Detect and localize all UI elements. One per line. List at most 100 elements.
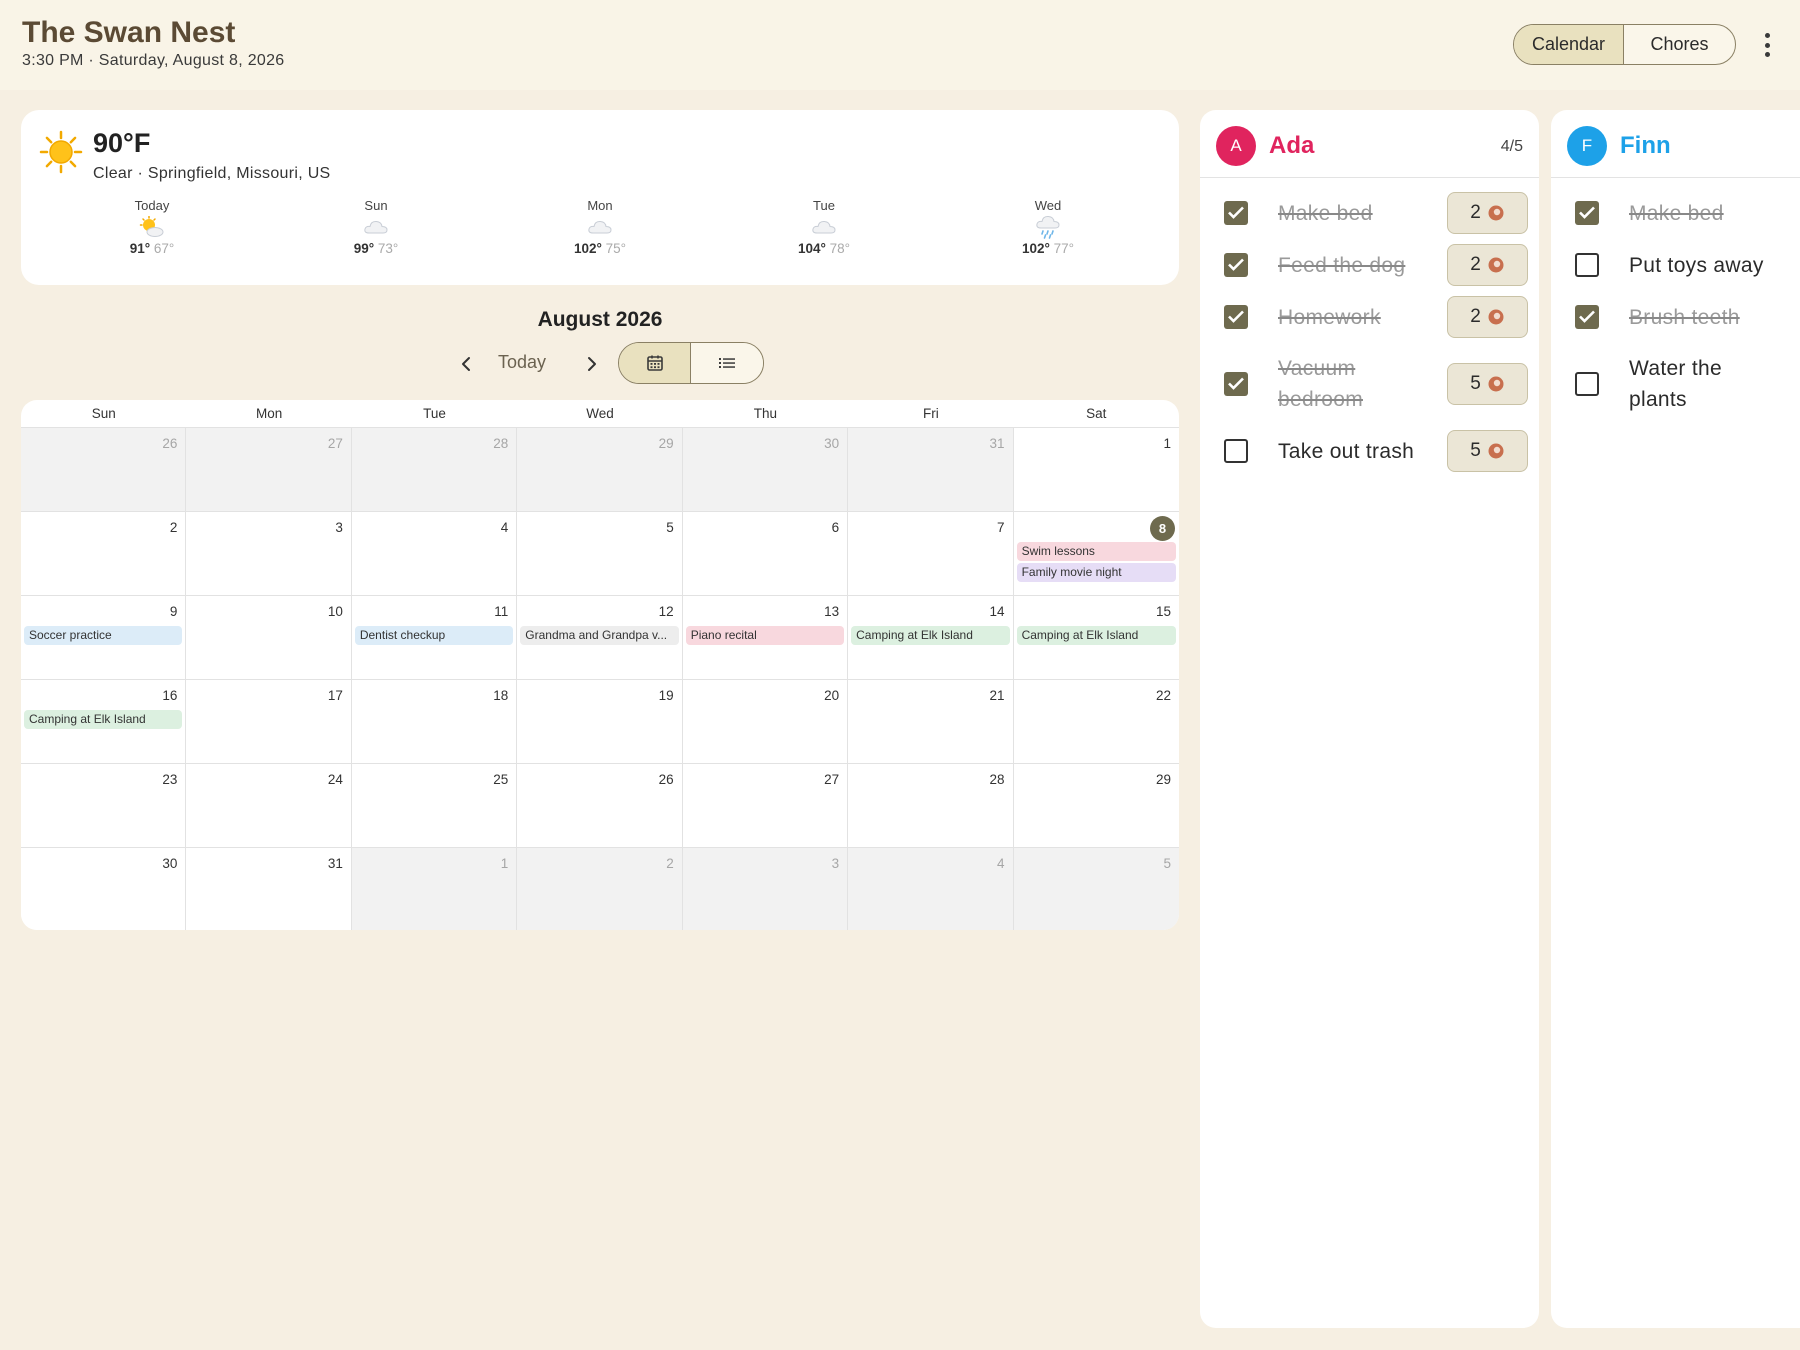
checkbox-checked[interactable]: [1224, 305, 1248, 329]
calendar-day[interactable]: 13 Piano recital: [682, 596, 849, 680]
calendar-day[interactable]: 2: [21, 512, 187, 596]
calendar-event[interactable]: Family movie night: [1016, 563, 1176, 582]
tab-calendar[interactable]: Calendar: [1514, 25, 1625, 64]
day-events: Camping at Elk Island: [1016, 626, 1176, 645]
calendar-event[interactable]: Piano recital: [685, 626, 845, 645]
calendar-day[interactable]: 19: [517, 680, 683, 764]
calendar-day[interactable]: 4: [351, 512, 518, 596]
today-button[interactable]: Today: [498, 352, 546, 373]
points-token-icon: [1488, 309, 1504, 325]
checkbox-checked[interactable]: [1224, 372, 1248, 396]
calendar-day[interactable]: 28: [848, 764, 1014, 848]
day-number: 1: [500, 856, 509, 871]
calendar-day[interactable]: 29: [517, 428, 683, 512]
calendar-event[interactable]: Camping at Elk Island: [24, 710, 183, 729]
chores-panel-ada: A Ada 4/5 Make bed 2 Feed the dog 2 Home…: [1200, 110, 1539, 1328]
calendar-day[interactable]: 31: [848, 428, 1014, 512]
weekday-label: Thu: [753, 406, 778, 421]
calendar-day[interactable]: 4: [848, 848, 1014, 930]
day-number: 15: [1155, 604, 1171, 619]
calendar-day[interactable]: 16 Camping at Elk Island: [21, 680, 187, 764]
calendar-day[interactable]: 17: [186, 680, 352, 764]
chore-item[interactable]: Water the plants: [1551, 346, 1800, 422]
forecast-high: 99°: [353, 241, 375, 256]
calendar-day[interactable]: 12 Grandma and Grandpa v...: [517, 596, 683, 680]
chevron-right-icon[interactable]: [582, 352, 602, 376]
chores-panel-finn: F Finn Make bed Put toys away Brush teet…: [1551, 110, 1800, 1328]
points-badge: 5: [1447, 430, 1528, 472]
day-number: 26: [162, 436, 178, 451]
calendar-event[interactable]: Swim lessons: [1016, 542, 1176, 561]
calendar-day[interactable]: 6: [682, 512, 849, 596]
chore-item[interactable]: Make bed 2: [1200, 190, 1539, 236]
calendar-event[interactable]: Soccer practice: [24, 626, 183, 645]
view-switcher: Calendar Chores: [1513, 24, 1736, 65]
calendar-day-today[interactable]: 8 Swim lessons Family movie night: [1013, 512, 1179, 596]
points-token-icon: [1488, 205, 1504, 221]
checkbox-checked[interactable]: [1224, 201, 1248, 225]
checkbox-checked[interactable]: [1575, 201, 1599, 225]
tab-chores[interactable]: Chores: [1624, 25, 1735, 64]
chore-item[interactable]: Take out trash 5: [1200, 428, 1539, 474]
calendar-day[interactable]: 27: [186, 428, 352, 512]
calendar-day[interactable]: 30: [682, 428, 849, 512]
more-vertical-icon[interactable]: [1756, 30, 1778, 60]
calendar-day[interactable]: 2: [517, 848, 683, 930]
list-view-button[interactable]: [691, 343, 763, 383]
calendar-day[interactable]: 5: [1013, 848, 1179, 930]
calendar-day[interactable]: 23: [21, 764, 187, 848]
calendar-event[interactable]: Camping at Elk Island: [851, 626, 1010, 645]
day-events: Grandma and Grandpa v...: [520, 626, 679, 645]
calendar-day[interactable]: 24: [186, 764, 352, 848]
calendar-day[interactable]: 15 Camping at Elk Island: [1013, 596, 1179, 680]
chore-item[interactable]: Feed the dog 2: [1200, 242, 1539, 288]
calendar-day[interactable]: 21: [848, 680, 1014, 764]
calendar-day[interactable]: 26: [517, 764, 683, 848]
calendar-day[interactable]: 11 Dentist checkup: [351, 596, 518, 680]
chore-item[interactable]: Make bed: [1551, 190, 1800, 236]
points-badge: 2: [1447, 296, 1528, 338]
forecast-day-label: Sun: [364, 198, 388, 213]
calendar-day[interactable]: 3: [682, 848, 849, 930]
chore-item[interactable]: Put toys away: [1551, 242, 1800, 288]
calendar-day[interactable]: 1: [351, 848, 518, 930]
calendar-day[interactable]: 1: [1013, 428, 1179, 512]
checkbox-unchecked[interactable]: [1224, 439, 1248, 463]
checkbox-checked[interactable]: [1224, 253, 1248, 277]
calendar-day[interactable]: 3: [186, 512, 352, 596]
calendar-event[interactable]: Camping at Elk Island: [1016, 626, 1176, 645]
checkbox-checked[interactable]: [1575, 305, 1599, 329]
checkbox-unchecked[interactable]: [1575, 372, 1599, 396]
calendar-event[interactable]: Dentist checkup: [354, 626, 514, 645]
day-number: 3: [335, 520, 343, 535]
checkbox-unchecked[interactable]: [1575, 253, 1599, 277]
calendar-day[interactable]: 20: [682, 680, 849, 764]
calendar-day[interactable]: 7: [848, 512, 1014, 596]
calendar-day[interactable]: 30: [21, 848, 187, 930]
day-number: 30: [162, 856, 178, 871]
calendar-day[interactable]: 27: [682, 764, 849, 848]
calendar-day[interactable]: 31: [186, 848, 352, 930]
forecast-day: Today 91° 67°: [87, 198, 217, 256]
rain-cloud-icon: [1036, 215, 1060, 239]
chore-item[interactable]: Homework 2: [1200, 294, 1539, 340]
weekday-label: Sun: [91, 406, 116, 421]
member-name: Ada: [1269, 132, 1315, 159]
chore-item[interactable]: Brush teeth: [1551, 294, 1800, 340]
chore-item[interactable]: Vacuum bedroom 5: [1200, 346, 1539, 422]
month-view-button[interactable]: [619, 343, 691, 383]
calendar-day[interactable]: 5: [517, 512, 683, 596]
calendar-day[interactable]: 28: [351, 428, 518, 512]
calendar-day[interactable]: 25: [351, 764, 518, 848]
day-number: 29: [658, 436, 674, 451]
calendar-day[interactable]: 26: [21, 428, 187, 512]
calendar-day[interactable]: 9 Soccer practice: [21, 596, 187, 680]
calendar-day[interactable]: 10: [186, 596, 352, 680]
chevron-left-icon[interactable]: [456, 352, 476, 376]
calendar-day[interactable]: 29: [1013, 764, 1179, 848]
calendar-day[interactable]: 18: [351, 680, 518, 764]
calendar-day[interactable]: 22: [1013, 680, 1179, 764]
calendar-event[interactable]: Grandma and Grandpa v...: [520, 626, 679, 645]
calendar-day[interactable]: 14 Camping at Elk Island: [848, 596, 1014, 680]
forecast-day: Mon 102° 75°: [535, 198, 665, 256]
